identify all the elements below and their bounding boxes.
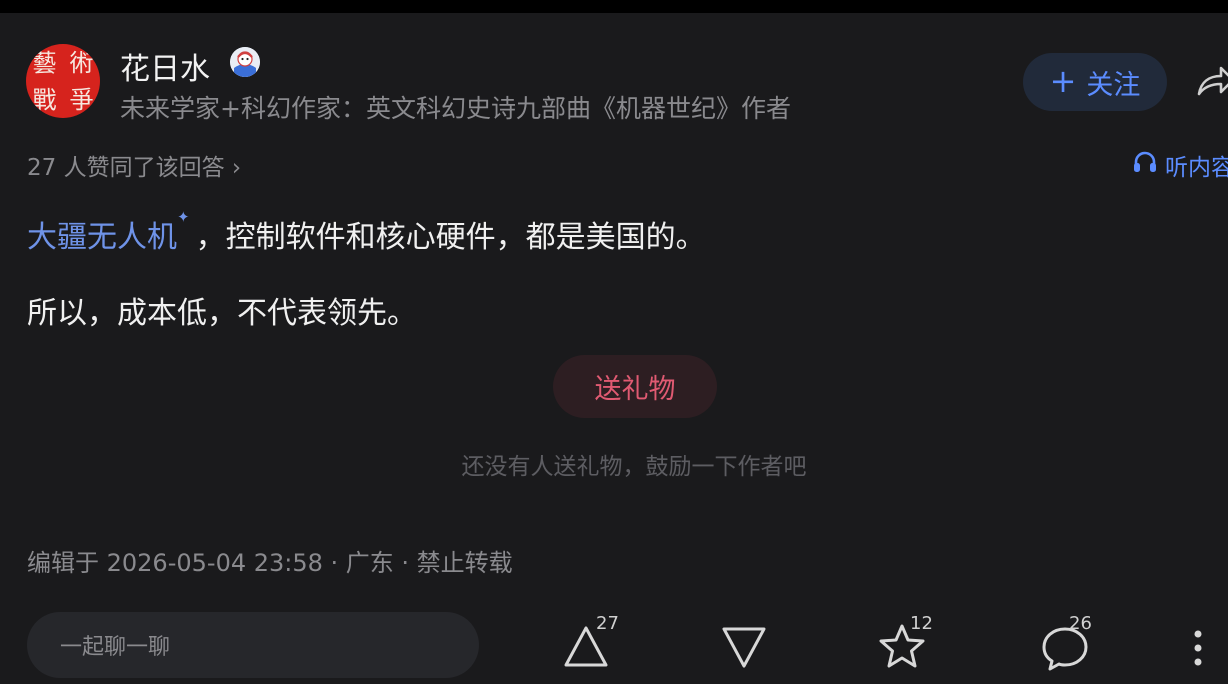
listen-label: 听内容	[1165, 155, 1228, 181]
follow-button[interactable]: + 关注	[1023, 53, 1167, 111]
more-button[interactable]	[1190, 628, 1228, 668]
follow-label: 关注	[1086, 69, 1141, 101]
comment-input[interactable]: 一起聊一聊	[27, 612, 479, 678]
avatar-char: 爭	[69, 85, 94, 114]
answer-paragraph-1: 大疆无人机✦ ，控制软件和核心硬件，都是美国的。	[27, 208, 706, 256]
downvote-button[interactable]	[721, 624, 767, 670]
sparkle-icon: ✦	[177, 208, 190, 226]
comment-count: 26	[1069, 613, 1092, 634]
avatar-calligraphy: 藝 術 戰 爭	[26, 44, 100, 118]
paragraph-text: ，控制软件和核心硬件，都是美国的。	[195, 220, 706, 255]
upvote-count: 27	[596, 613, 619, 634]
author-bio: 未来学家+科幻作家：英文科幻史诗九部曲《机器世纪》作者	[120, 94, 791, 123]
avatar-char: 戰	[32, 85, 57, 114]
author-avatar[interactable]: 藝 術 戰 爭	[26, 44, 100, 118]
keyword-link[interactable]: 大疆无人机	[27, 220, 177, 255]
share-icon[interactable]	[1194, 62, 1228, 102]
gift-hint: 还没有人送礼物，鼓励一下作者吧	[461, 454, 807, 480]
plus-icon: +	[1049, 61, 1077, 100]
more-icon	[1194, 630, 1202, 666]
downvote-icon	[722, 627, 766, 668]
avatar-char: 術	[69, 48, 94, 77]
status-bar-strip	[0, 0, 1228, 13]
answer-paragraph-2: 所以，成本低，不代表领先。	[27, 296, 417, 331]
headphones-icon	[1132, 149, 1158, 181]
upvote-summary-link[interactable]: 27 人赞同了该回答 ›	[27, 148, 241, 182]
avatar-char: 藝	[32, 48, 57, 77]
author-name[interactable]: 花日水	[120, 44, 210, 88]
edit-info: 编辑于 2026-05-04 23:58 · 广东 · 禁止转载	[27, 549, 513, 577]
favorite-count: 12	[910, 613, 933, 634]
mascot-badge-icon[interactable]	[230, 47, 260, 77]
send-gift-button[interactable]: 送礼物	[553, 355, 717, 418]
listen-button[interactable]: 听内容	[1132, 148, 1228, 182]
